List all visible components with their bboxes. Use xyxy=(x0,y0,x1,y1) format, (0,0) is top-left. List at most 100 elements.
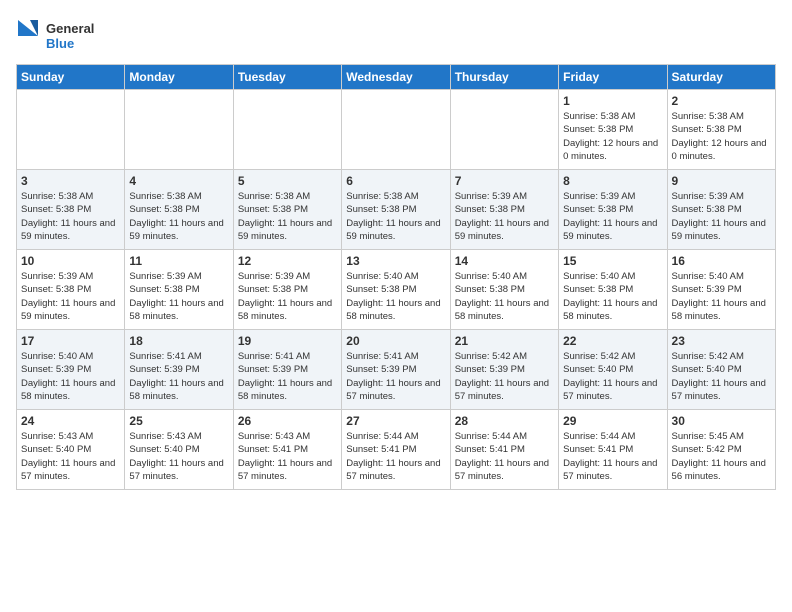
day-number: 17 xyxy=(21,334,120,348)
day-number: 30 xyxy=(672,414,771,428)
day-info: Sunrise: 5:41 AM Sunset: 5:39 PM Dayligh… xyxy=(346,350,445,403)
day-info: Sunrise: 5:43 AM Sunset: 5:40 PM Dayligh… xyxy=(129,430,228,483)
day-info: Sunrise: 5:43 AM Sunset: 5:41 PM Dayligh… xyxy=(238,430,337,483)
day-info: Sunrise: 5:38 AM Sunset: 5:38 PM Dayligh… xyxy=(21,190,120,243)
calendar-cell: 29Sunrise: 5:44 AM Sunset: 5:41 PM Dayli… xyxy=(559,410,667,490)
calendar-cell xyxy=(125,90,233,170)
day-info: Sunrise: 5:41 AM Sunset: 5:39 PM Dayligh… xyxy=(129,350,228,403)
day-info: Sunrise: 5:42 AM Sunset: 5:40 PM Dayligh… xyxy=(672,350,771,403)
week-row-2: 3Sunrise: 5:38 AM Sunset: 5:38 PM Daylig… xyxy=(17,170,776,250)
day-number: 19 xyxy=(238,334,337,348)
calendar-cell: 2Sunrise: 5:38 AM Sunset: 5:38 PM Daylig… xyxy=(667,90,775,170)
calendar-cell: 7 Sunrise: 5:39 AM Sunset: 5:38 PM Daylig… xyxy=(450,170,558,250)
day-info: Sunrise: 5:38 AM Sunset: 5:38 PM Dayligh… xyxy=(129,190,228,243)
day-info: Sunrise: 5:39 AM Sunset: 5:38 PM Dayligh… xyxy=(129,270,228,323)
calendar-cell: 15 Sunrise: 5:40 AM Sunset: 5:38 PM Dayli… xyxy=(559,250,667,330)
day-number: 21 xyxy=(455,334,554,348)
logo: General Blue xyxy=(16,16,106,56)
calendar-cell: 28 Sunrise: 5:44 AM Sunset: 5:41 PM Dayli… xyxy=(450,410,558,490)
calendar-cell: 4 Sunrise: 5:38 AM Sunset: 5:38 PM Daylig… xyxy=(125,170,233,250)
calendar-cell: 23 Sunrise: 5:42 AM Sunset: 5:40 PM Dayli… xyxy=(667,330,775,410)
day-number: 1 xyxy=(563,94,662,108)
day-number: 12 xyxy=(238,254,337,268)
day-info: Sunrise: 5:39 AM Sunset: 5:38 PM Dayligh… xyxy=(563,190,662,243)
day-number: 9 xyxy=(672,174,771,188)
day-info: Sunrise: 5:45 AM Sunset: 5:42 PM Dayligh… xyxy=(672,430,771,483)
calendar-cell: 6 Sunrise: 5:38 AM Sunset: 5:38 PM Daylig… xyxy=(342,170,450,250)
day-number: 8 xyxy=(563,174,662,188)
days-header-row: SundayMondayTuesdayWednesdayThursdayFrid… xyxy=(17,65,776,90)
day-number: 24 xyxy=(21,414,120,428)
day-number: 23 xyxy=(672,334,771,348)
calendar-cell: 16 Sunrise: 5:40 AM Sunset: 5:39 PM Dayli… xyxy=(667,250,775,330)
day-number: 5 xyxy=(238,174,337,188)
calendar-cell: 11 Sunrise: 5:39 AM Sunset: 5:38 PM Dayli… xyxy=(125,250,233,330)
day-info: Sunrise: 5:41 AM Sunset: 5:39 PM Dayligh… xyxy=(238,350,337,403)
calendar-cell xyxy=(450,90,558,170)
day-number: 15 xyxy=(563,254,662,268)
day-info: Sunrise: 5:38 AM Sunset: 5:38 PM Dayligh… xyxy=(346,190,445,243)
day-info: Sunrise: 5:40 AM Sunset: 5:38 PM Dayligh… xyxy=(346,270,445,323)
calendar-cell: 21Sunrise: 5:42 AM Sunset: 5:39 PM Dayli… xyxy=(450,330,558,410)
day-info: Sunrise: 5:39 AM Sunset: 5:38 PM Dayligh… xyxy=(455,190,554,243)
day-header-saturday: Saturday xyxy=(667,65,775,90)
day-number: 4 xyxy=(129,174,228,188)
week-row-1: 1 Sunrise: 5:38 AM Sunset: 5:38 PM Daylig… xyxy=(17,90,776,170)
calendar-cell: 25 Sunrise: 5:43 AM Sunset: 5:40 PM Dayli… xyxy=(125,410,233,490)
day-number: 20 xyxy=(346,334,445,348)
day-number: 28 xyxy=(455,414,554,428)
calendar-cell: 26Sunrise: 5:43 AM Sunset: 5:41 PM Dayli… xyxy=(233,410,341,490)
day-header-monday: Monday xyxy=(125,65,233,90)
calendar-cell: 27 Sunrise: 5:44 AM Sunset: 5:41 PM Dayli… xyxy=(342,410,450,490)
page-header: General Blue xyxy=(16,16,776,56)
svg-text:Blue: Blue xyxy=(46,36,74,51)
week-row-5: 24 Sunrise: 5:43 AM Sunset: 5:40 PM Dayli… xyxy=(17,410,776,490)
day-number: 18 xyxy=(129,334,228,348)
calendar-cell: 17Sunrise: 5:40 AM Sunset: 5:39 PM Dayli… xyxy=(17,330,125,410)
day-info: Sunrise: 5:39 AM Sunset: 5:38 PM Dayligh… xyxy=(672,190,771,243)
week-row-3: 10 Sunrise: 5:39 AM Sunset: 5:38 PM Dayli… xyxy=(17,250,776,330)
calendar-cell: 8 Sunrise: 5:39 AM Sunset: 5:38 PM Daylig… xyxy=(559,170,667,250)
calendar-cell: 12 Sunrise: 5:39 AM Sunset: 5:38 PM Dayli… xyxy=(233,250,341,330)
svg-text:General: General xyxy=(46,21,94,36)
day-info: Sunrise: 5:43 AM Sunset: 5:40 PM Dayligh… xyxy=(21,430,120,483)
calendar-cell xyxy=(342,90,450,170)
day-info: Sunrise: 5:38 AM Sunset: 5:38 PM Dayligh… xyxy=(238,190,337,243)
day-number: 14 xyxy=(455,254,554,268)
day-info: Sunrise: 5:39 AM Sunset: 5:38 PM Dayligh… xyxy=(238,270,337,323)
day-number: 7 xyxy=(455,174,554,188)
calendar-cell: 20 Sunrise: 5:41 AM Sunset: 5:39 PM Dayli… xyxy=(342,330,450,410)
calendar-cell: 13Sunrise: 5:40 AM Sunset: 5:38 PM Dayli… xyxy=(342,250,450,330)
day-number: 2 xyxy=(672,94,771,108)
calendar-cell: 18 Sunrise: 5:41 AM Sunset: 5:39 PM Dayli… xyxy=(125,330,233,410)
day-number: 16 xyxy=(672,254,771,268)
day-header-tuesday: Tuesday xyxy=(233,65,341,90)
day-info: Sunrise: 5:44 AM Sunset: 5:41 PM Dayligh… xyxy=(346,430,445,483)
day-number: 25 xyxy=(129,414,228,428)
calendar-cell: 1 Sunrise: 5:38 AM Sunset: 5:38 PM Daylig… xyxy=(559,90,667,170)
calendar-cell: 19 Sunrise: 5:41 AM Sunset: 5:39 PM Dayli… xyxy=(233,330,341,410)
calendar-cell xyxy=(17,90,125,170)
calendar-cell: 5 Sunrise: 5:38 AM Sunset: 5:38 PM Daylig… xyxy=(233,170,341,250)
day-info: Sunrise: 5:42 AM Sunset: 5:40 PM Dayligh… xyxy=(563,350,662,403)
calendar-cell: 22Sunrise: 5:42 AM Sunset: 5:40 PM Dayli… xyxy=(559,330,667,410)
day-info: Sunrise: 5:39 AM Sunset: 5:38 PM Dayligh… xyxy=(21,270,120,323)
day-number: 6 xyxy=(346,174,445,188)
day-header-thursday: Thursday xyxy=(450,65,558,90)
calendar-cell: 14Sunrise: 5:40 AM Sunset: 5:38 PM Dayli… xyxy=(450,250,558,330)
day-info: Sunrise: 5:44 AM Sunset: 5:41 PM Dayligh… xyxy=(455,430,554,483)
day-header-wednesday: Wednesday xyxy=(342,65,450,90)
week-row-4: 17Sunrise: 5:40 AM Sunset: 5:39 PM Dayli… xyxy=(17,330,776,410)
day-info: Sunrise: 5:38 AM Sunset: 5:38 PM Dayligh… xyxy=(563,110,662,163)
day-number: 10 xyxy=(21,254,120,268)
day-info: Sunrise: 5:44 AM Sunset: 5:41 PM Dayligh… xyxy=(563,430,662,483)
day-number: 11 xyxy=(129,254,228,268)
day-info: Sunrise: 5:40 AM Sunset: 5:38 PM Dayligh… xyxy=(563,270,662,323)
day-info: Sunrise: 5:40 AM Sunset: 5:39 PM Dayligh… xyxy=(672,270,771,323)
calendar-cell: 24 Sunrise: 5:43 AM Sunset: 5:40 PM Dayli… xyxy=(17,410,125,490)
day-number: 27 xyxy=(346,414,445,428)
day-header-sunday: Sunday xyxy=(17,65,125,90)
calendar-table: SundayMondayTuesdayWednesdayThursdayFrid… xyxy=(16,64,776,490)
calendar-cell: 30 Sunrise: 5:45 AM Sunset: 5:42 PM Dayli… xyxy=(667,410,775,490)
day-header-friday: Friday xyxy=(559,65,667,90)
